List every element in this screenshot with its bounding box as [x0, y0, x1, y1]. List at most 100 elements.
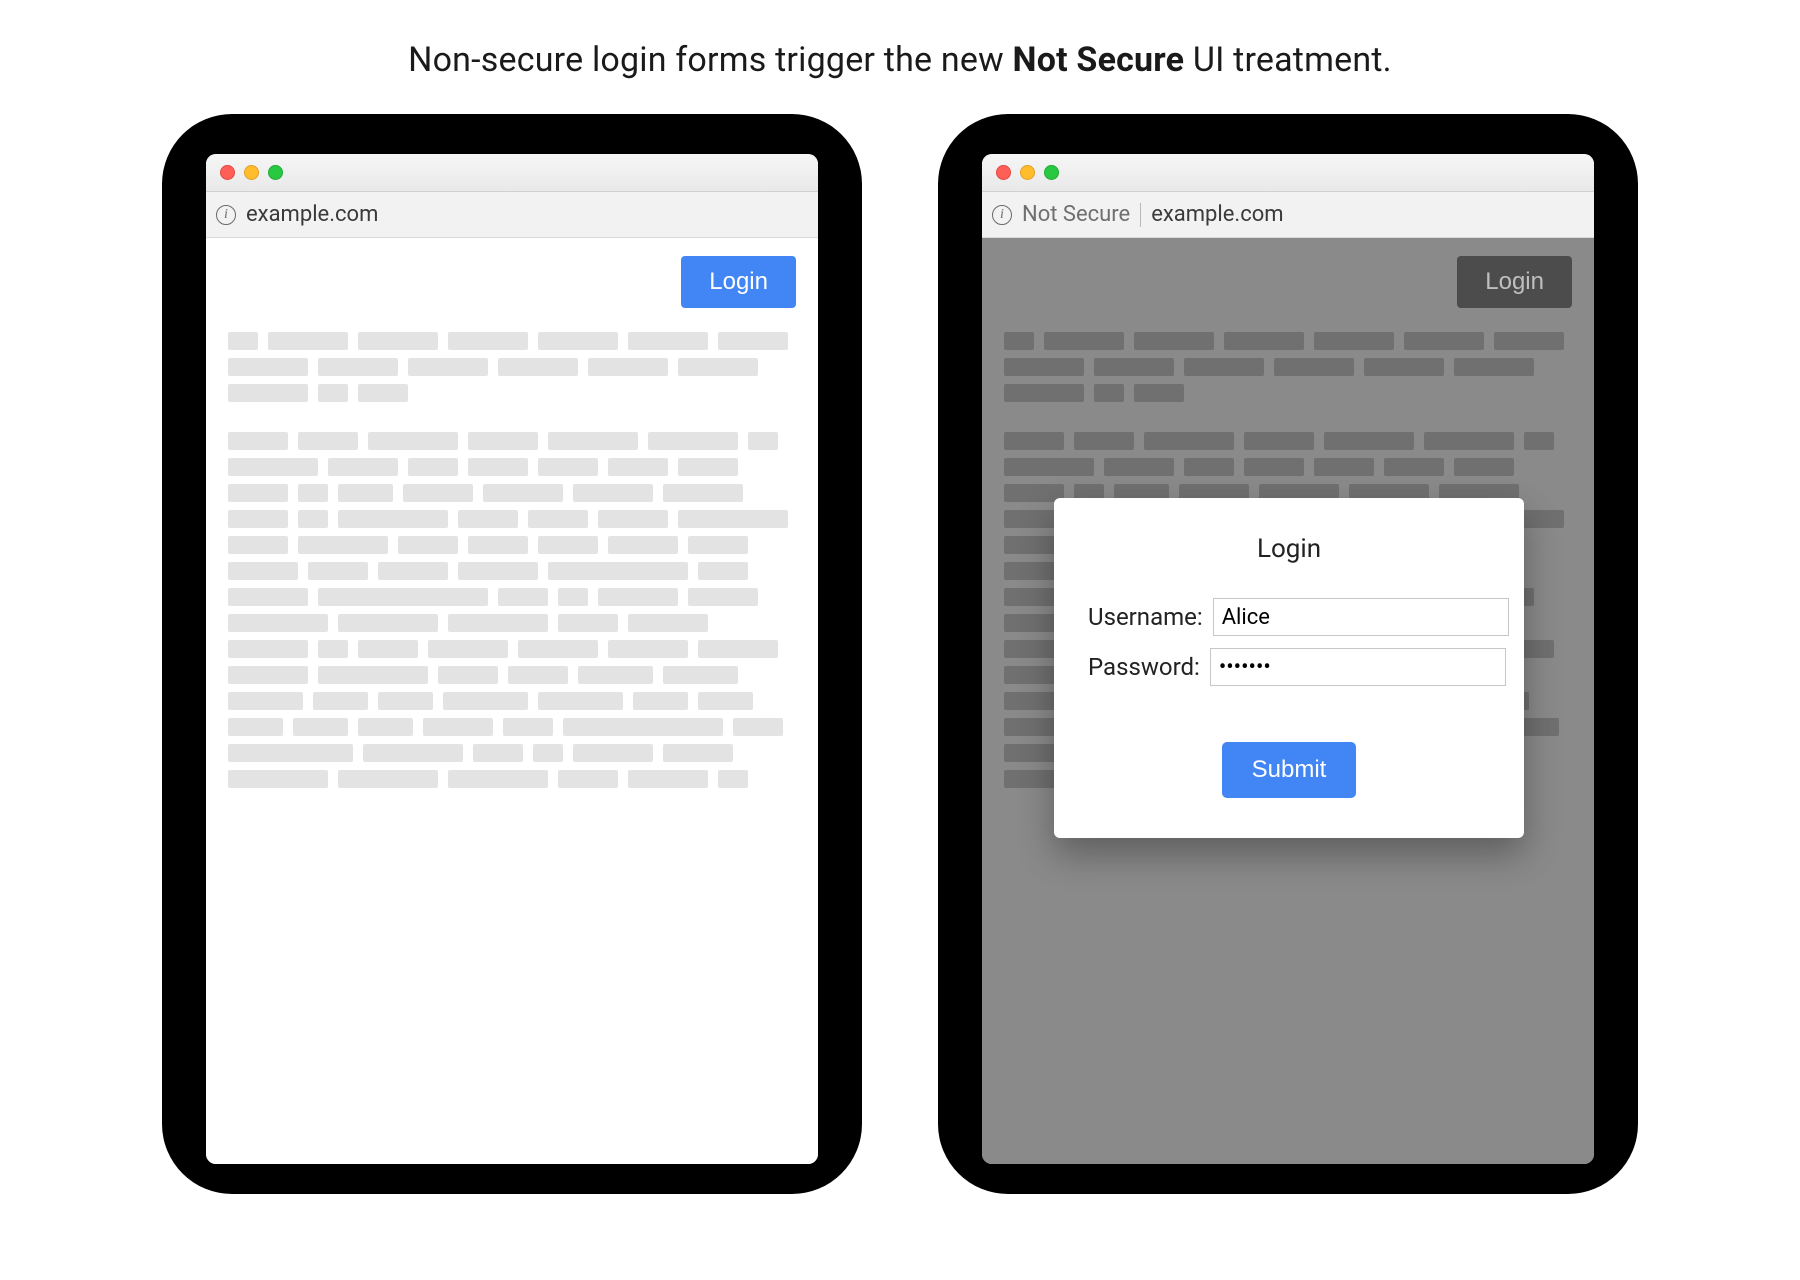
placeholder-bar — [228, 510, 288, 528]
placeholder-bar — [318, 666, 428, 684]
placeholder-bar — [228, 692, 303, 710]
placeholder-bar — [448, 332, 528, 350]
placeholder-bar — [378, 692, 433, 710]
placeholder-bar — [1454, 358, 1534, 376]
placeholder-bar — [1184, 358, 1264, 376]
placeholder-bar — [1004, 458, 1094, 476]
info-icon[interactable]: i — [216, 205, 236, 225]
placeholder-bar — [1404, 332, 1484, 350]
placeholder-bar — [528, 510, 588, 528]
placeholder-bar — [403, 484, 473, 502]
placeholder-bar — [468, 536, 528, 554]
placeholder-bar — [228, 666, 308, 684]
minimize-icon[interactable] — [244, 165, 259, 180]
placeholder-bar — [228, 588, 308, 606]
placeholder-bar — [443, 692, 528, 710]
not-secure-label: Not Secure — [1022, 202, 1130, 227]
placeholder-bar — [228, 744, 353, 762]
minimize-icon[interactable] — [1020, 165, 1035, 180]
placeholder-bar — [398, 536, 458, 554]
placeholder-bar — [1244, 432, 1314, 450]
placeholder-bar — [338, 770, 438, 788]
placeholder-bar — [733, 718, 783, 736]
placeholder-bar — [318, 588, 488, 606]
username-input[interactable] — [1213, 598, 1509, 636]
placeholder-bar — [628, 770, 708, 788]
caption-bold: Not Secure — [1013, 40, 1185, 80]
right-address-bar[interactable]: i Not Secure example.com — [982, 192, 1594, 238]
placeholder-bar — [1224, 332, 1304, 350]
login-button[interactable]: Login — [1457, 256, 1572, 308]
placeholder-bar — [688, 536, 748, 554]
submit-button[interactable]: Submit — [1222, 742, 1357, 798]
placeholder-bar — [228, 358, 308, 376]
maximize-icon[interactable] — [268, 165, 283, 180]
username-label: Username: — [1088, 603, 1213, 631]
placeholder-bar — [538, 458, 598, 476]
placeholder-bar — [1004, 432, 1064, 450]
placeholder-bar — [588, 358, 668, 376]
left-browser-window: i example.com Login — [206, 154, 818, 1164]
placeholder-bar — [228, 718, 283, 736]
placeholder-bar — [298, 484, 328, 502]
placeholder-bar — [298, 510, 328, 528]
placeholder-bar — [648, 432, 738, 450]
placeholder-bar — [228, 640, 308, 658]
left-address-bar[interactable]: i example.com — [206, 192, 818, 238]
placeholder-bar — [558, 614, 618, 632]
placeholder-bar — [358, 384, 408, 402]
placeholder-bar — [1314, 458, 1374, 476]
placeholder-bar — [1004, 332, 1034, 350]
placeholder-bar — [578, 666, 653, 684]
login-button[interactable]: Login — [681, 256, 796, 308]
placeholder-bar — [563, 718, 723, 736]
placeholder-bar — [1384, 458, 1444, 476]
login-modal: Login Username: Password: Submit — [1054, 498, 1524, 838]
placeholder-bar — [1134, 384, 1184, 402]
placeholder-bar — [228, 458, 318, 476]
modal-title: Login — [1088, 534, 1490, 564]
placeholder-bar — [458, 510, 518, 528]
password-input[interactable] — [1210, 648, 1506, 686]
placeholder-bar — [628, 614, 708, 632]
placeholder-bar — [1004, 718, 1059, 736]
placeholder-bar — [298, 432, 358, 450]
placeholder-bar — [558, 770, 618, 788]
placeholder-bar — [608, 536, 678, 554]
close-icon[interactable] — [220, 165, 235, 180]
placeholder-bar — [608, 640, 688, 658]
placeholder-bar — [228, 484, 288, 502]
placeholder-bar — [718, 770, 748, 788]
placeholder-bar — [663, 666, 738, 684]
placeholder-bar — [508, 666, 568, 684]
placeholder-bar — [1454, 458, 1514, 476]
username-row: Username: — [1088, 598, 1490, 636]
caption: Non-secure login forms trigger the new N… — [0, 40, 1800, 80]
placeholder-bar — [698, 692, 753, 710]
placeholder-bar — [1324, 432, 1414, 450]
placeholder-bar — [358, 718, 413, 736]
placeholder-bar — [228, 332, 258, 350]
placeholder-bar — [318, 384, 348, 402]
placeholder-bar — [228, 770, 328, 788]
placeholder-bar — [1184, 458, 1234, 476]
placeholder-bar — [468, 432, 538, 450]
placeholder-bar — [1004, 384, 1084, 402]
placeholder-bar — [428, 640, 508, 658]
placeholder-bar — [338, 484, 393, 502]
close-icon[interactable] — [996, 165, 1011, 180]
maximize-icon[interactable] — [1044, 165, 1059, 180]
placeholder-bar — [338, 510, 448, 528]
placeholder-bar — [533, 744, 563, 762]
placeholder-bar — [1494, 332, 1564, 350]
placeholder-bar — [538, 536, 598, 554]
placeholder-bar — [1074, 432, 1134, 450]
placeholder-bar — [228, 432, 288, 450]
placeholder-bar — [663, 744, 733, 762]
placeholder-bar — [468, 458, 528, 476]
placeholder-bar — [1044, 332, 1124, 350]
info-icon[interactable]: i — [992, 205, 1012, 225]
placeholder-bar — [1524, 432, 1554, 450]
placeholder-bar — [558, 588, 588, 606]
placeholder-bar — [313, 692, 368, 710]
